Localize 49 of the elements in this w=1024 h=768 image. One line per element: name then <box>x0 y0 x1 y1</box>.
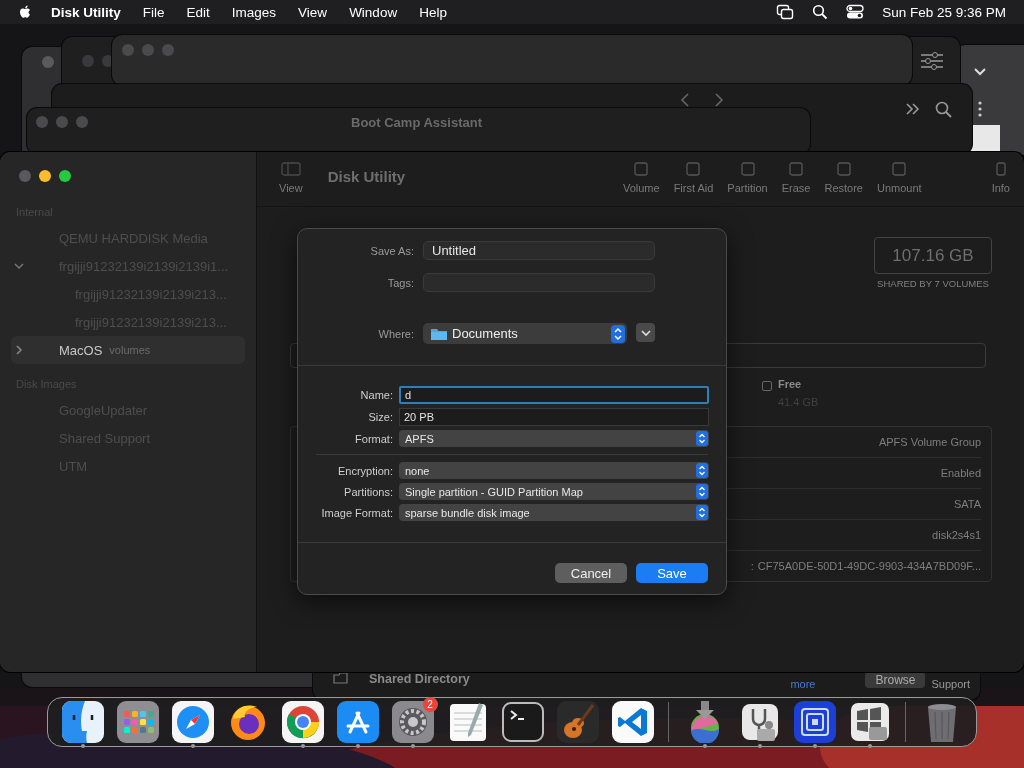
menu-item[interactable]: Disk Utility <box>51 4 121 20</box>
menu-item[interactable]: Window <box>349 4 398 20</box>
toolbar-button[interactable]: Volume <box>622 162 660 194</box>
menu-item[interactable]: Edit <box>186 4 210 20</box>
popup-button[interactable]: none <box>399 462 709 479</box>
toolbar-button[interactable]: Unmount <box>877 162 922 194</box>
field-label: Encryption: <box>336 464 393 477</box>
window-title: Disk Utility <box>327 168 406 185</box>
link[interactable]: more <box>790 678 816 690</box>
detail-value: APFS Volume Group <box>878 436 981 448</box>
toolbar-button[interactable]: First Aid <box>673 162 714 194</box>
location-popup[interactable]: Documents <box>423 323 628 344</box>
field-label: Partitions: <box>343 485 393 498</box>
field-label: Format: <box>354 432 393 445</box>
setting-label: Shared Directory <box>369 672 470 686</box>
field-label: Tags: <box>386 276 414 289</box>
popup-button[interactable]: sparse bundle disk image <box>399 504 709 521</box>
menu-item[interactable]: Images <box>231 4 277 20</box>
input-field[interactable]: 20 PB <box>399 408 709 426</box>
view-button[interactable]: View <box>279 162 303 194</box>
save-button[interactable]: Save <box>636 563 708 583</box>
toolbar-button[interactable]: Restore <box>824 162 863 194</box>
menu-item[interactable]: File <box>142 4 165 20</box>
input-field[interactable]: Untitled <box>423 241 655 260</box>
info-button[interactable]: Info <box>991 162 1010 194</box>
input-field[interactable]: d <box>399 386 709 404</box>
clock[interactable]: Sun Feb 25 9:36 PM <box>882 4 1006 20</box>
legend-label: Free <box>778 378 803 390</box>
support-label: Support <box>931 678 970 690</box>
toolbar-button[interactable]: Partition <box>727 162 768 194</box>
field-label: Where: <box>377 327 414 340</box>
field-label: Image Format: <box>320 506 393 519</box>
popup-button[interactable]: APFS <box>399 430 709 447</box>
capacity-caption: SHARED BY 7 VOLUMES <box>877 278 989 289</box>
detail-value: disk2s4s1 <box>932 529 981 541</box>
detail-value: Enabled <box>940 467 981 479</box>
field-label: Name: <box>359 389 393 401</box>
detail-label: : <box>750 560 754 572</box>
capacity-value: 107.16 GB <box>874 237 992 274</box>
detail-value: SATA <box>953 498 981 510</box>
popup-button[interactable]: Single partition - GUID Partition Map <box>399 483 709 500</box>
window-title: Boot Camp Assistant <box>351 115 482 130</box>
menu-item[interactable]: View <box>298 4 328 20</box>
menu-item[interactable]: Help <box>419 4 447 20</box>
cancel-button[interactable]: Cancel <box>555 563 627 583</box>
field-label: Save As: <box>369 244 414 257</box>
field-label: Size: <box>367 411 393 423</box>
toolbar-button[interactable]: Erase <box>781 162 811 194</box>
detail-value: CF75A0DE-50D1-49DC-9903-434A7BD09F... <box>757 560 981 572</box>
